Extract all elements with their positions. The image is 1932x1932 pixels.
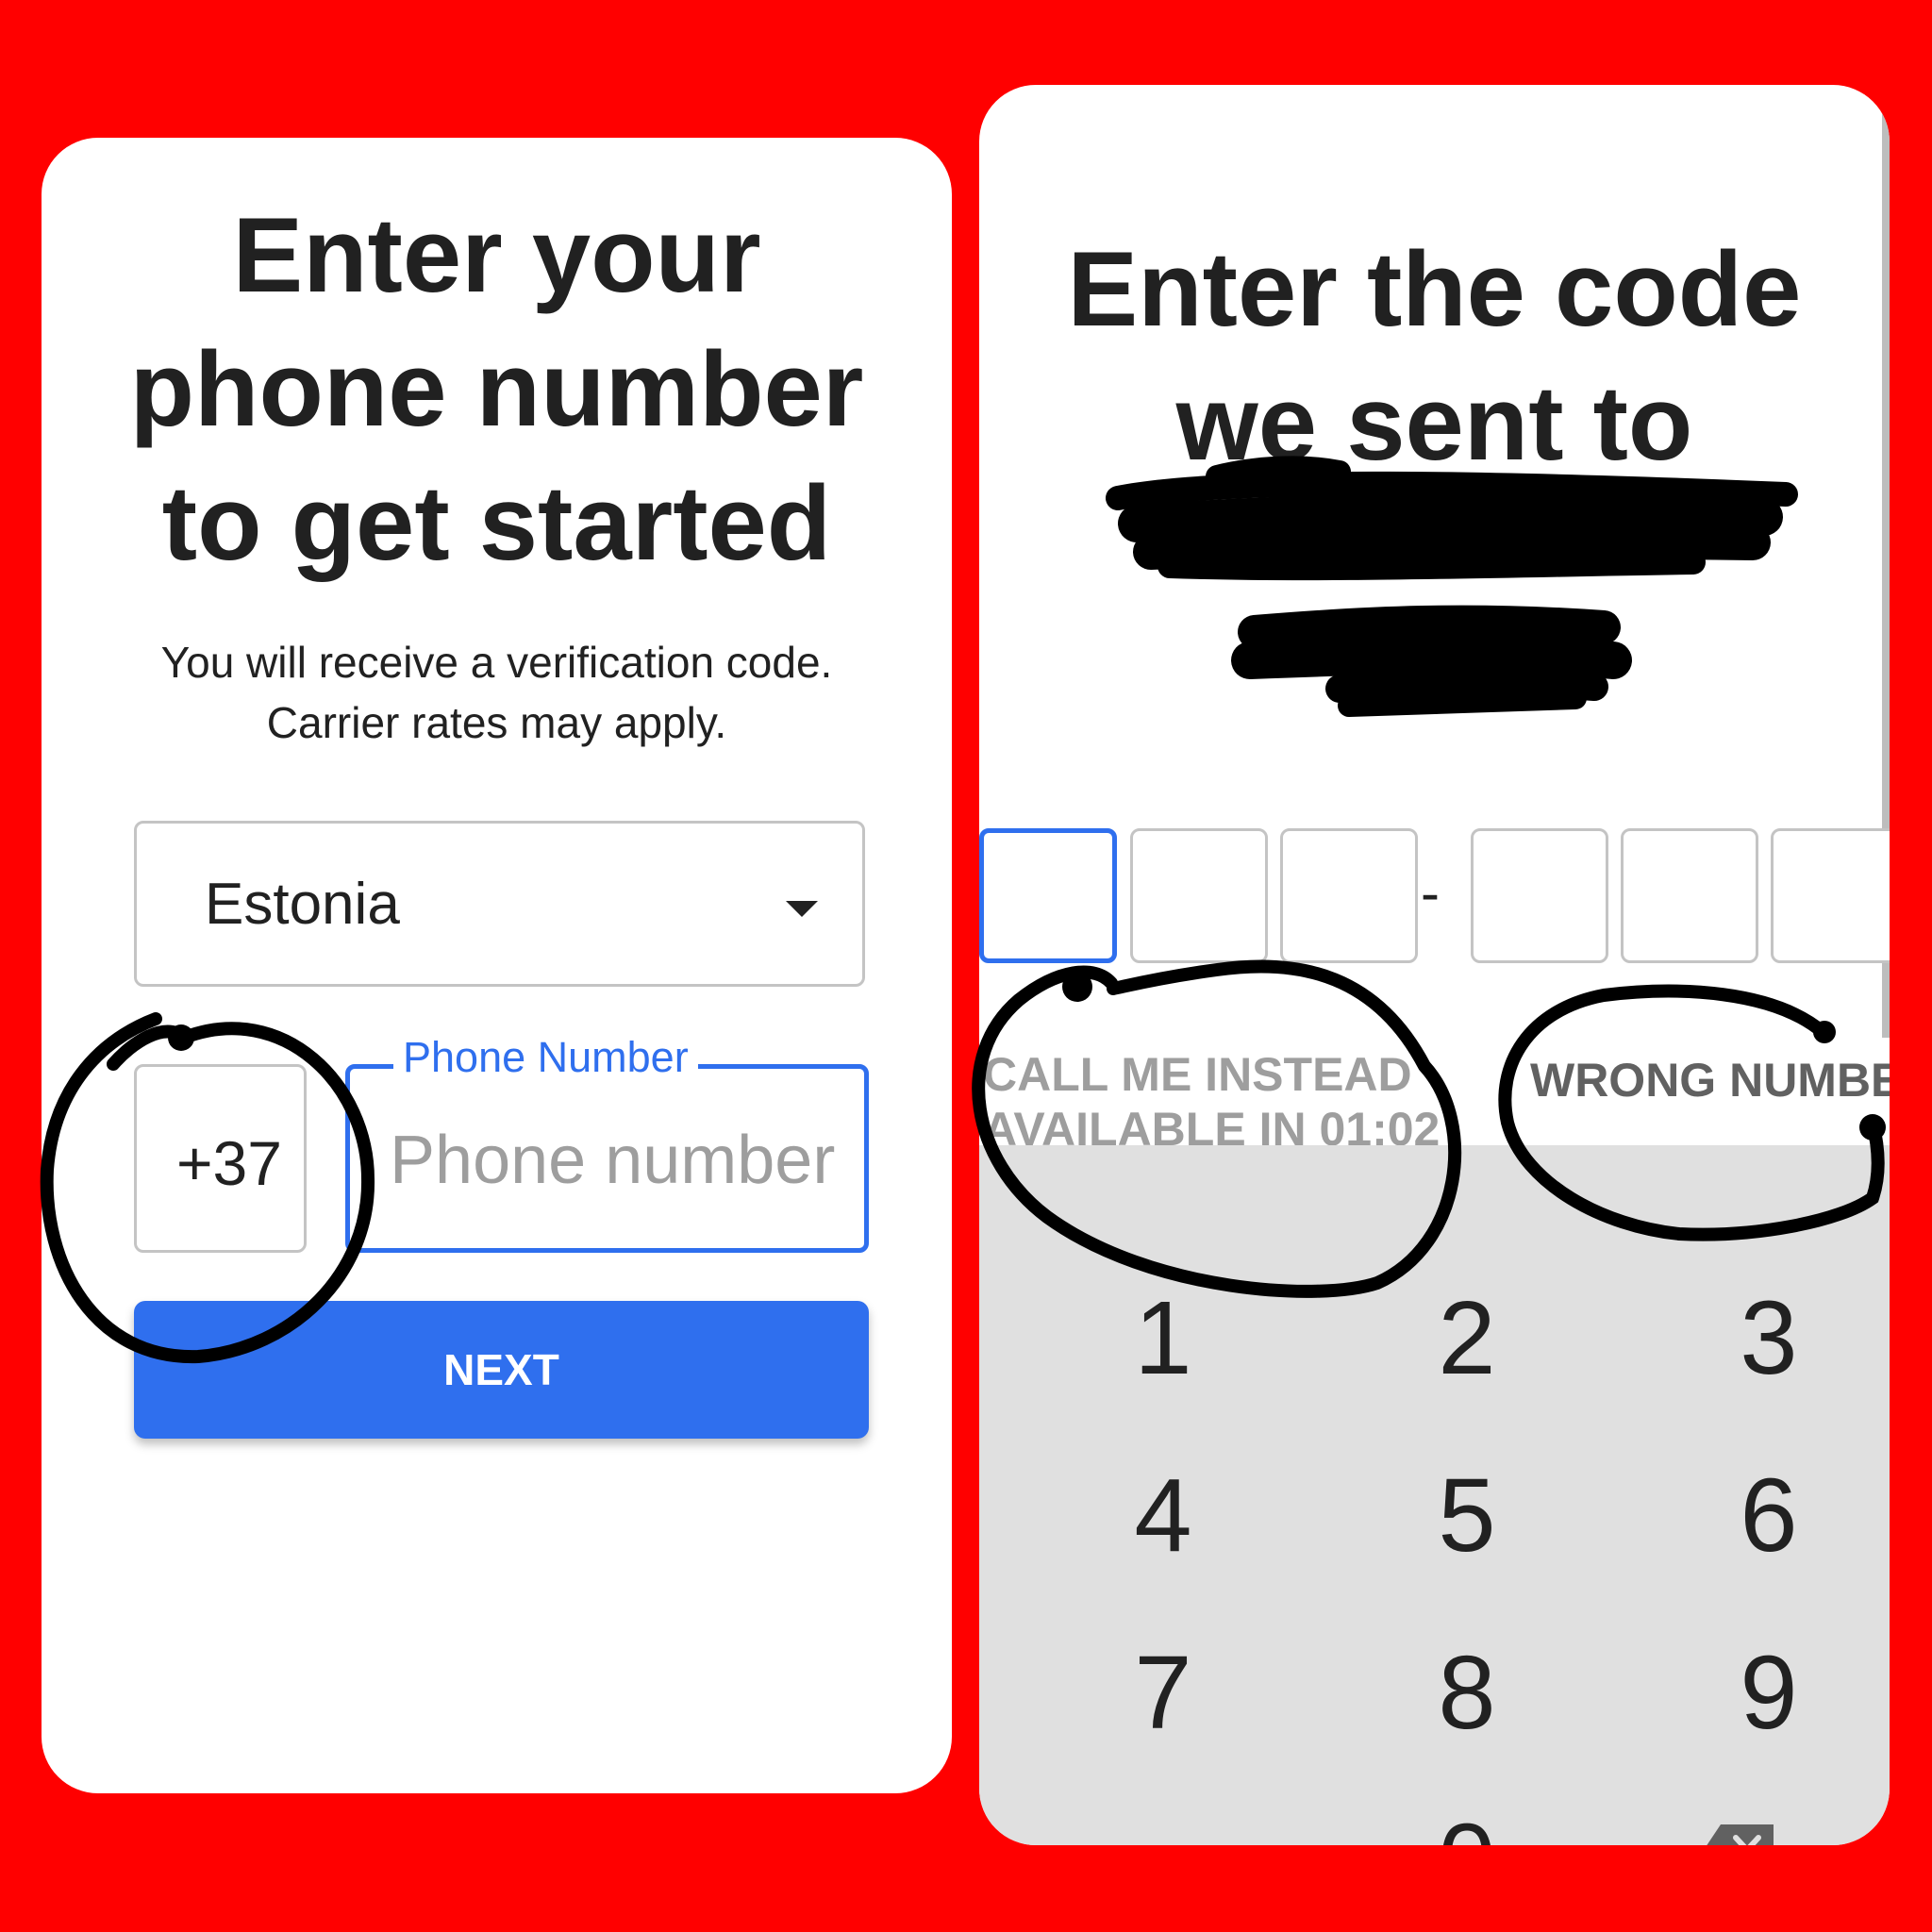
subtitle-line: You will receive a verification code. xyxy=(160,638,833,687)
otp-separator: - xyxy=(1421,861,1440,924)
key-4[interactable]: 4 xyxy=(1069,1464,1257,1568)
key-6[interactable]: 6 xyxy=(1674,1464,1863,1568)
phone-number-input[interactable] xyxy=(390,1122,861,1199)
key-7[interactable]: 7 xyxy=(1069,1641,1257,1745)
title-line: phone number xyxy=(129,330,864,448)
subtitle: You will receive a verification code. Ca… xyxy=(42,632,952,753)
subtitle-line: Carrier rates may apply. xyxy=(266,698,727,747)
call-me-label: CALL ME INSTEAD xyxy=(983,1048,1412,1101)
key-0[interactable]: 0 xyxy=(1373,1809,1561,1846)
country-code-value: +37 xyxy=(176,1128,282,1198)
country-select[interactable]: Estonia xyxy=(134,821,865,987)
key-1[interactable]: 1 xyxy=(1069,1287,1257,1391)
otp-digit-2[interactable] xyxy=(1130,828,1268,963)
otp-digit-4[interactable] xyxy=(1471,828,1608,963)
next-button[interactable]: NEXT xyxy=(134,1301,869,1439)
country-code-field[interactable]: +37 xyxy=(134,1064,307,1253)
otp-digit-5[interactable] xyxy=(1621,828,1758,963)
phone-entry-screen: Enter your phone number to get started Y… xyxy=(42,138,952,1793)
call-me-instead-button[interactable]: CALL ME INSTEAD AVAILABLE IN 01:02 xyxy=(983,1047,1455,1157)
title-line: we sent to xyxy=(1175,364,1693,482)
otp-digit-1[interactable] xyxy=(979,828,1117,963)
key-9[interactable]: 9 xyxy=(1674,1641,1863,1745)
wrong-number-button[interactable]: WRONG NUMBER xyxy=(1530,1053,1890,1108)
backspace-icon[interactable] xyxy=(1704,1824,1774,1845)
country-value: Estonia xyxy=(205,872,400,937)
key-2[interactable]: 2 xyxy=(1373,1287,1561,1391)
key-5[interactable]: 5 xyxy=(1373,1464,1561,1568)
title-line: Enter the code xyxy=(1067,230,1802,348)
page-title: Enter the code we sent to xyxy=(979,223,1890,491)
numeric-keypad: 1 2 3 4 5 6 7 8 9 0 xyxy=(979,1145,1890,1845)
otp-digit-3[interactable] xyxy=(1280,828,1418,963)
dropdown-arrow-icon xyxy=(786,901,818,917)
title-line: to get started xyxy=(161,464,832,582)
key-3[interactable]: 3 xyxy=(1674,1287,1863,1391)
title-line: Enter your xyxy=(232,196,761,314)
key-8[interactable]: 8 xyxy=(1373,1641,1561,1745)
phone-number-field[interactable]: Phone Number xyxy=(345,1033,869,1253)
otp-digit-6[interactable] xyxy=(1771,828,1890,963)
phone-number-label: Phone Number xyxy=(393,1033,698,1082)
page-title: Enter your phone number to get started xyxy=(42,189,952,591)
code-entry-screen: Enter the code we sent to - CALL ME INST… xyxy=(979,85,1890,1845)
